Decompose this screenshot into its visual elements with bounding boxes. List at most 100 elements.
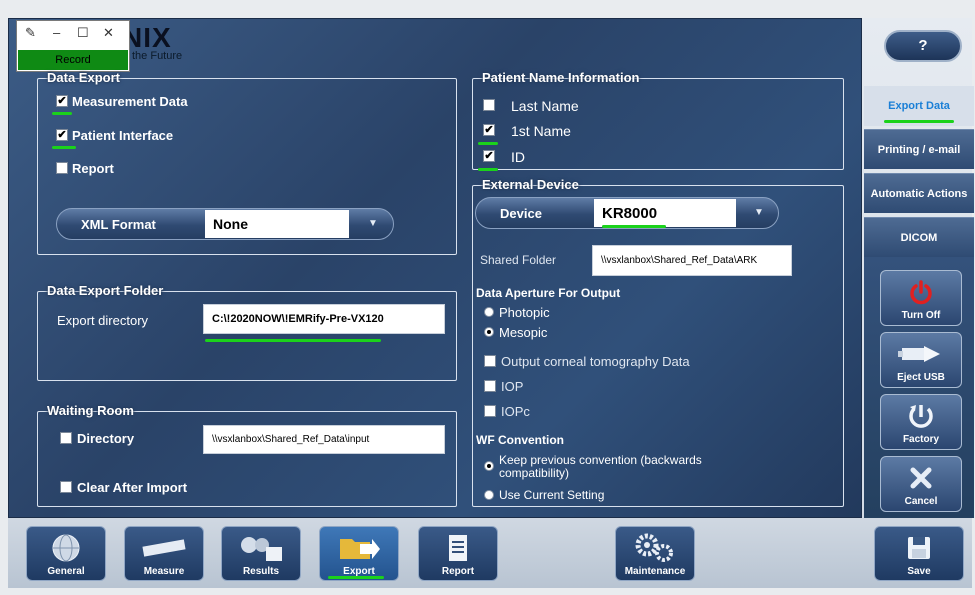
wf-convention-title: WF Convention <box>476 433 564 447</box>
record-window-titlebar: ✎ – ☐ ✕ <box>17 21 129 49</box>
folder-export-icon <box>320 531 398 565</box>
record-window: ✎ – ☐ ✕ Record <box>16 20 130 72</box>
nav-report-label: Report <box>441 566 475 577</box>
chevron-down-icon[interactable]: ▼ <box>749 206 769 220</box>
patient-interface-checkbox[interactable]: ✔ <box>56 129 68 141</box>
close-button[interactable]: ✕ <box>103 25 114 41</box>
nav-export[interactable]: Export <box>319 526 399 581</box>
data-export-folder-title: Data Export Folder <box>47 283 164 298</box>
results-icon <box>222 531 300 565</box>
document-icon <box>419 531 497 565</box>
keep-previous-radio[interactable] <box>484 461 494 471</box>
iopc-checkbox[interactable] <box>484 405 496 417</box>
close-icon <box>881 463 961 493</box>
iop-checkbox[interactable] <box>484 380 496 392</box>
power-icon <box>881 277 961 307</box>
clear-after-import-checkbox[interactable] <box>60 481 72 493</box>
factory-reset-icon <box>881 401 961 431</box>
eject-usb-button[interactable]: Eject USB <box>880 332 962 388</box>
photopic-label: Photopic <box>499 305 550 320</box>
photopic-radio[interactable] <box>484 307 494 317</box>
globe-icon <box>27 531 105 565</box>
use-current-label: Use Current Setting <box>499 488 605 502</box>
tab-printing-email[interactable]: Printing / e-mail <box>864 129 974 169</box>
export-directory-field[interactable]: C:\!2020NOW\!EMRify-Pre-VX120 <box>203 304 445 334</box>
first-name-checkbox[interactable]: ✔ <box>483 124 495 136</box>
corneal-checkbox[interactable] <box>484 355 496 367</box>
save-button[interactable]: Save <box>874 526 964 581</box>
xml-format-label: XML Format <box>81 216 156 232</box>
factory-button[interactable]: Factory <box>880 394 962 450</box>
nav-general[interactable]: General <box>26 526 106 581</box>
cancel-button[interactable]: Cancel <box>880 456 962 512</box>
nav-results-label: Results <box>242 566 280 577</box>
annotation-underline <box>328 576 384 579</box>
iop-label: IOP <box>501 379 524 394</box>
annotation-underline <box>884 120 954 123</box>
annotation-underline <box>205 339 381 342</box>
id-checkbox[interactable]: ✔ <box>483 150 495 162</box>
turn-off-button[interactable]: Turn Off <box>880 270 962 326</box>
nav-results[interactable]: Results <box>221 526 301 581</box>
xml-format-select[interactable]: XML Format None ▼ <box>56 208 394 240</box>
usb-icon <box>881 339 961 369</box>
report-checkbox[interactable] <box>56 162 68 174</box>
iopc-label: IOPc <box>501 404 530 419</box>
mesopic-radio[interactable] <box>484 327 494 337</box>
external-device-title: External Device <box>482 177 579 192</box>
measurement-data-checkbox[interactable]: ✔ <box>56 95 68 107</box>
chevron-down-icon[interactable]: ▼ <box>363 217 383 231</box>
report-label: Report <box>72 161 114 176</box>
patient-name-title: Patient Name Information <box>482 70 640 85</box>
feather-icon: ✎ <box>25 25 36 40</box>
factory-label: Factory <box>902 434 940 445</box>
xml-format-value: None <box>205 210 349 238</box>
nav-general-label: General <box>47 566 85 577</box>
nav-measure-label: Measure <box>143 566 185 577</box>
last-name-checkbox[interactable] <box>483 99 495 111</box>
measurement-data-label: Measurement Data <box>72 94 188 109</box>
keep-previous-label: Keep previous convention (backwards comp… <box>499 453 702 480</box>
patient-interface-label: Patient Interface <box>72 128 174 143</box>
annotation-underline <box>478 142 498 145</box>
minimize-button[interactable]: – <box>53 25 60 40</box>
brand-tagline: the Future <box>132 50 183 62</box>
first-name-label: 1st Name <box>511 123 571 139</box>
last-name-label: Last Name <box>511 98 579 114</box>
directory-checkbox[interactable] <box>60 432 72 444</box>
data-export-title: Data Export <box>47 70 120 85</box>
eject-usb-label: Eject USB <box>897 372 945 383</box>
waiting-room-directory-field[interactable]: \\vsxlanbox\Shared_Ref_Data\input <box>203 425 445 454</box>
nav-measure[interactable]: Measure <box>124 526 204 581</box>
tab-dicom[interactable]: DICOM <box>864 217 974 257</box>
annotation-underline <box>52 112 72 115</box>
floppy-disk-icon <box>875 531 963 565</box>
maximize-button[interactable]: ☐ <box>77 25 89 41</box>
ruler-icon <box>125 531 203 565</box>
device-value: KR8000 <box>594 199 736 227</box>
id-label: ID <box>511 149 525 165</box>
use-current-radio[interactable] <box>484 490 494 500</box>
annotation-underline <box>478 168 498 171</box>
save-label: Save <box>907 566 931 577</box>
cancel-label: Cancel <box>904 496 938 507</box>
record-button[interactable]: Record <box>18 50 128 70</box>
export-directory-label: Export directory <box>57 313 149 328</box>
help-button[interactable]: ? <box>884 30 962 62</box>
directory-label: Directory <box>77 431 135 446</box>
shared-folder-field[interactable]: \\vsxlanbox\Shared_Ref_Data\ARK <box>592 245 792 276</box>
device-label: Device <box>500 205 542 221</box>
nav-maintenance-label: Maintenance <box>624 566 686 577</box>
annotation-underline <box>52 146 76 149</box>
nav-maintenance[interactable]: Maintenance <box>615 526 695 581</box>
corneal-label: Output corneal tomography Data <box>501 354 690 369</box>
nav-report[interactable]: Report <box>418 526 498 581</box>
waiting-room-title: Waiting Room <box>47 403 134 418</box>
tab-automatic-actions[interactable]: Automatic Actions <box>864 173 974 213</box>
clear-after-import-label: Clear After Import <box>77 480 188 495</box>
shared-folder-label: Shared Folder <box>480 253 557 267</box>
mesopic-label: Mesopic <box>499 325 548 340</box>
gears-icon <box>616 531 694 565</box>
annotation-underline <box>602 225 666 228</box>
turn-off-label: Turn Off <box>901 310 941 321</box>
